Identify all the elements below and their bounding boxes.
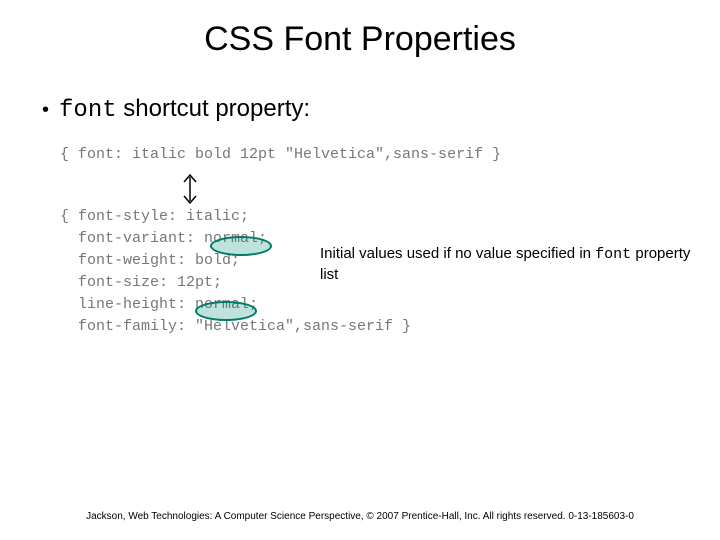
code-line-shorthand: { font: italic bold 12pt "Helvetica",san… [60, 144, 720, 166]
page-title: CSS Font Properties [0, 0, 720, 59]
bullet-item: • font shortcut property: [42, 95, 720, 124]
code-line-style: { font-style: italic; [60, 206, 720, 228]
bullet-dot-icon: • [42, 100, 49, 120]
highlight-oval-icon [210, 236, 272, 256]
annotation-pre: Initial values used if no value specifie… [320, 245, 595, 262]
annotation-text: Initial values used if no value specifie… [320, 244, 710, 284]
bullet-rest: shortcut property: [117, 95, 310, 122]
footer-citation: Jackson, Web Technologies: A Computer Sc… [0, 511, 720, 522]
bullet-mono: font [59, 97, 117, 124]
annotation-mono: font [595, 246, 631, 263]
code-line-family: font-family: "Helvetica",sans-serif } [60, 316, 720, 338]
code-example: { font: italic bold 12pt "Helvetica",san… [60, 144, 720, 338]
bullet-text: font shortcut property: [59, 95, 310, 124]
expand-arrow-icon [180, 172, 200, 214]
code-line-lineheight: line-height: normal; [60, 294, 720, 316]
highlight-oval-icon [195, 301, 257, 321]
